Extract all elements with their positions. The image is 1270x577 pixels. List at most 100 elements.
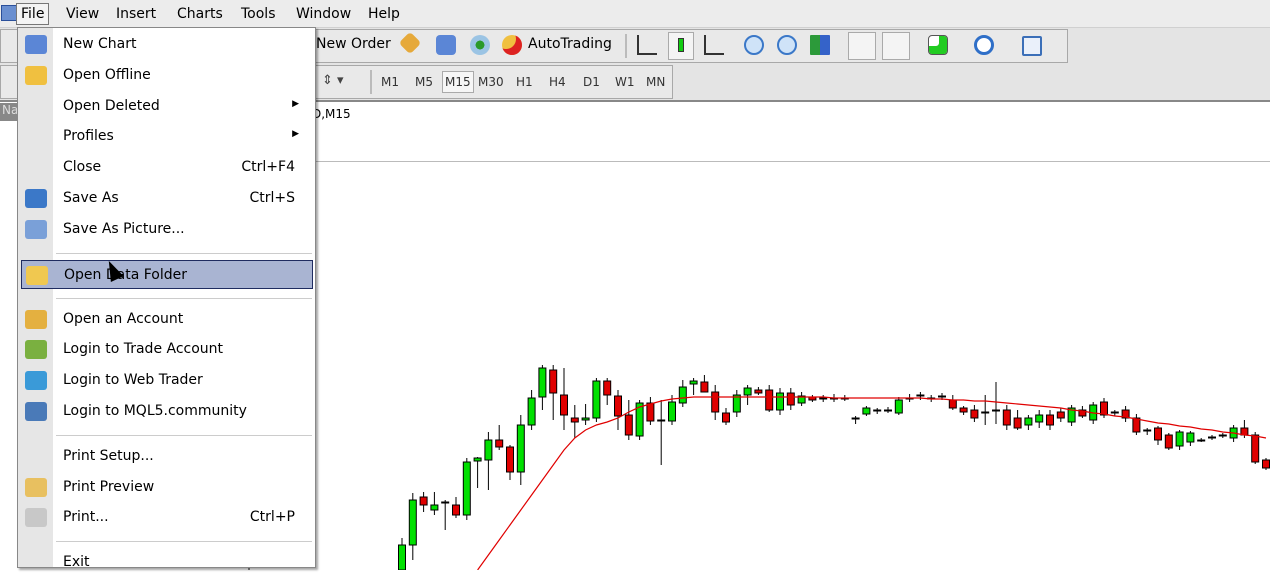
candle bbox=[689, 378, 698, 395]
candle-body bbox=[646, 402, 655, 422]
candle bbox=[765, 385, 774, 412]
candle bbox=[1208, 435, 1216, 440]
periods-icon[interactable] bbox=[974, 35, 994, 55]
menu-help[interactable]: Help bbox=[368, 6, 400, 22]
tile-windows-icon[interactable] bbox=[810, 35, 830, 55]
bar-chart-icon[interactable] bbox=[637, 35, 657, 55]
folder-icon bbox=[26, 265, 48, 285]
candle-body bbox=[884, 409, 892, 412]
chart-shift-icon[interactable] bbox=[848, 32, 876, 60]
signals-icon[interactable] bbox=[470, 35, 490, 55]
menu-item-label: Open an Account bbox=[63, 310, 184, 327]
candle-body bbox=[711, 391, 720, 413]
candle-body bbox=[862, 407, 871, 415]
line-chart-icon[interactable] bbox=[704, 35, 724, 55]
candle bbox=[614, 390, 622, 430]
menu-item-exit[interactable]: Exit bbox=[21, 548, 313, 577]
menu-item-close[interactable]: Close Ctrl+F4 bbox=[21, 153, 313, 182]
menu-item-print[interactable]: Print... Ctrl+P bbox=[21, 503, 313, 532]
candle bbox=[884, 407, 892, 413]
menu-item-login-to-web-trader[interactable]: Login to Web Trader bbox=[21, 366, 313, 395]
menu-item-profiles[interactable]: Profiles ▶ bbox=[21, 122, 313, 151]
menu-item-save-as-picture[interactable]: Save As Picture... bbox=[21, 215, 313, 244]
chart-window[interactable]: D,M15 bbox=[248, 103, 1270, 570]
candle-body bbox=[668, 401, 676, 422]
autotrading-button[interactable]: AutoTrading bbox=[528, 36, 612, 52]
candle-body bbox=[1197, 439, 1206, 442]
candle bbox=[732, 390, 741, 417]
candle-body bbox=[992, 409, 1000, 412]
candle bbox=[1046, 410, 1054, 430]
candle-body bbox=[1175, 431, 1184, 447]
candle bbox=[1164, 433, 1173, 450]
print-preview-icon bbox=[25, 477, 47, 497]
timeframe-mn[interactable]: MN bbox=[646, 75, 665, 89]
candle-body bbox=[722, 412, 730, 423]
line-studies-dropdown[interactable]: ⇕ ▾ bbox=[322, 73, 344, 88]
menu-item-print-setup[interactable]: Print Setup... bbox=[21, 442, 313, 471]
candle bbox=[1186, 431, 1195, 446]
candle bbox=[473, 457, 482, 488]
menu-item-login-to-mql5-community[interactable]: Login to MQL5.community bbox=[21, 397, 313, 426]
menu-item-save-as[interactable]: Save As Ctrl+S bbox=[21, 184, 313, 213]
menu-item-label: Open Deleted bbox=[63, 97, 160, 114]
candle-body bbox=[603, 380, 612, 396]
menu-item-open-an-account[interactable]: Open an Account bbox=[21, 305, 313, 334]
candle-body bbox=[851, 417, 860, 420]
timeframe-w1[interactable]: W1 bbox=[615, 75, 635, 89]
candle-body bbox=[657, 419, 666, 422]
menu-item-open-deleted[interactable]: Open Deleted ▶ bbox=[21, 92, 313, 121]
candle bbox=[603, 378, 612, 405]
timeframe-m5[interactable]: M5 bbox=[415, 75, 433, 89]
candle bbox=[873, 408, 882, 414]
menu-item-label: Open Data Folder bbox=[64, 266, 187, 283]
user-login-icon bbox=[25, 340, 47, 360]
candle-body bbox=[581, 417, 590, 421]
menu-item-new-chart[interactable]: New Chart bbox=[21, 30, 313, 59]
menu-tools[interactable]: Tools bbox=[241, 6, 276, 22]
autotrading-icon[interactable] bbox=[502, 35, 522, 55]
candle bbox=[1056, 408, 1065, 422]
menu-item-print-preview[interactable]: Print Preview bbox=[21, 473, 313, 502]
candle bbox=[754, 387, 763, 395]
market-watch-icon[interactable] bbox=[436, 35, 456, 55]
indicators-icon[interactable] bbox=[928, 35, 948, 55]
menu-insert[interactable]: Insert bbox=[116, 6, 156, 22]
candle-body bbox=[765, 389, 774, 411]
mql5-icon bbox=[25, 402, 47, 421]
zoom-in-icon[interactable] bbox=[744, 35, 764, 55]
timeframe-h4[interactable]: H4 bbox=[549, 75, 566, 89]
candle bbox=[646, 397, 655, 425]
menu-charts[interactable]: Charts bbox=[177, 6, 223, 22]
menu-separator bbox=[56, 252, 312, 254]
auto-scroll-icon[interactable] bbox=[882, 32, 910, 60]
menu-view[interactable]: View bbox=[66, 6, 99, 22]
candle-body bbox=[570, 417, 579, 423]
menu-file[interactable]: File bbox=[16, 3, 50, 25]
menu-item-login-to-trade-account[interactable]: Login to Trade Account bbox=[21, 335, 313, 364]
menu-item-open-data-folder[interactable]: Open Data Folder bbox=[21, 259, 313, 289]
menu-item-shortcut: Ctrl+S bbox=[249, 190, 295, 206]
save-picture-icon bbox=[25, 219, 47, 239]
candle-body bbox=[786, 392, 795, 406]
menu-item-open-offline[interactable]: Open Offline bbox=[21, 61, 313, 90]
zoom-out-icon[interactable] bbox=[777, 35, 797, 55]
timeframe-h1[interactable]: H1 bbox=[516, 75, 533, 89]
candle bbox=[560, 368, 568, 430]
candle bbox=[819, 395, 828, 402]
candle bbox=[797, 392, 806, 406]
candle bbox=[549, 365, 558, 420]
candle bbox=[657, 400, 666, 465]
templates-icon[interactable] bbox=[1022, 36, 1042, 56]
timeframe-d1[interactable]: D1 bbox=[583, 75, 600, 89]
new-order-button[interactable]: New Order bbox=[316, 36, 391, 52]
timeframe-m15[interactable]: M15 bbox=[442, 71, 474, 93]
candlestick-icon[interactable] bbox=[668, 32, 694, 60]
menu-item-shortcut: Ctrl+P bbox=[249, 509, 295, 526]
timeframe-m1[interactable]: M1 bbox=[381, 75, 399, 89]
candle-body bbox=[1154, 427, 1162, 441]
candle bbox=[851, 416, 860, 424]
timeframe-m30[interactable]: M30 bbox=[478, 75, 504, 89]
menu-window[interactable]: Window bbox=[296, 6, 351, 22]
candle bbox=[430, 492, 439, 515]
